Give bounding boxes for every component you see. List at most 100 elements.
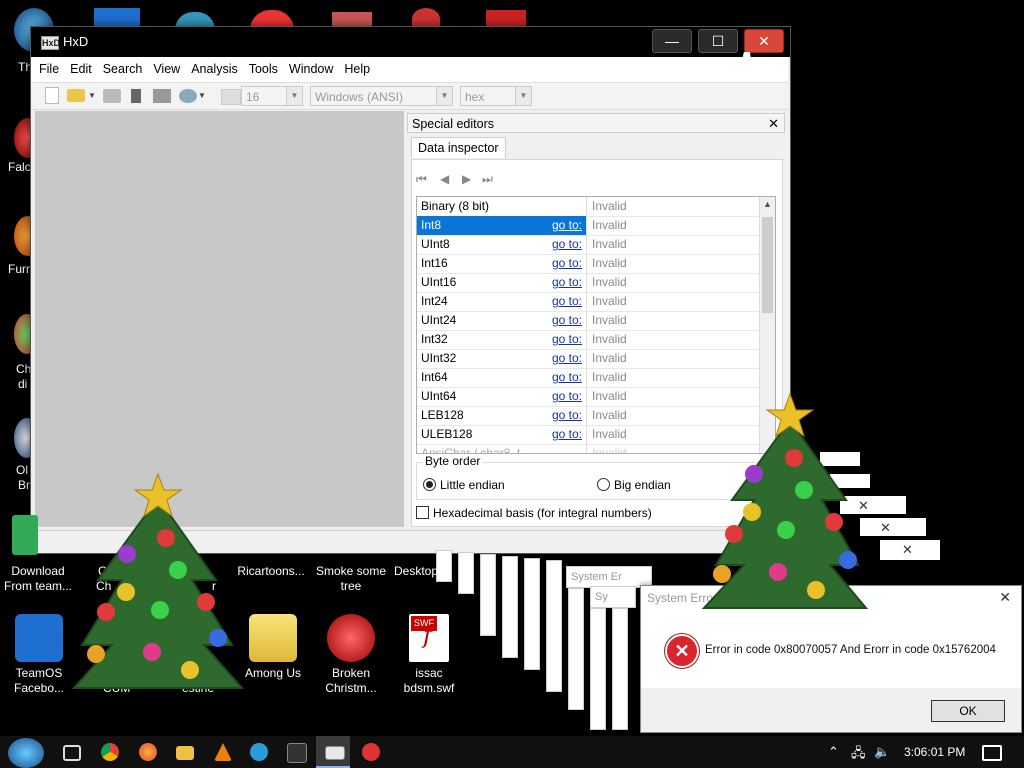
chevron-up-icon[interactable]: ⌃: [828, 744, 839, 760]
desktop-icon-swf-file[interactable]: SWF f issac bdsm.swf: [392, 614, 466, 696]
special-editors-header: Special editors ✕: [407, 113, 785, 133]
table-row[interactable]: Int64 go to: Invalid: [417, 368, 759, 388]
columns-icon: [221, 89, 241, 105]
menu-analysis[interactable]: Analysis: [183, 57, 241, 76]
desktop-icon-download[interactable]: Download From team...: [1, 564, 75, 594]
table-row[interactable]: UInt8 go to: Invalid: [417, 235, 759, 255]
close-icon[interactable]: ✕: [880, 520, 891, 536]
open-dropdown-icon[interactable]: ▼: [88, 87, 96, 105]
file-explorer-icon[interactable]: [176, 746, 194, 760]
menu-view[interactable]: View: [145, 57, 183, 76]
title-bar[interactable]: HxD HxD — ☐ ✕: [31, 27, 790, 57]
notification-icon[interactable]: [982, 745, 1002, 761]
desktop-icon-teamos[interactable]: TeamOS Facebo...: [2, 614, 76, 696]
hexadecimal-basis-checkbox[interactable]: Hexadecimal basis (for integral numbers): [416, 506, 652, 520]
goto-link[interactable]: go to:: [552, 425, 582, 444]
close-icon[interactable]: ✕: [768, 114, 779, 134]
radio-selected-icon: [423, 478, 436, 491]
goto-link[interactable]: go to:: [552, 292, 582, 311]
desktop-icon-ricartoons[interactable]: Ricartoons...: [234, 564, 308, 579]
offset-base-select[interactable]: hex ▼: [460, 86, 532, 106]
volume-icon[interactable]: 🔈: [874, 744, 890, 760]
table-row[interactable]: Int24 go to: Invalid: [417, 292, 759, 312]
table-row[interactable]: UInt16 go to: Invalid: [417, 273, 759, 293]
close-button[interactable]: ✕: [744, 29, 784, 53]
icon-label: bdsm.swf: [403, 681, 455, 695]
row-value: Invalid: [592, 294, 627, 308]
goto-link[interactable]: go to:: [552, 406, 582, 425]
chevron-up-icon[interactable]: ▲: [760, 199, 775, 209]
network-icon[interactable]: 🖧: [851, 744, 866, 766]
app-icon-blue[interactable]: [250, 743, 268, 761]
scrollbar-thumb[interactable]: [762, 217, 773, 313]
little-endian-radio[interactable]: Little endian: [423, 478, 505, 492]
hex-editor-area[interactable]: [35, 111, 404, 527]
row-value: Invalid: [592, 446, 627, 454]
goto-link[interactable]: go to:: [552, 349, 582, 368]
table-row[interactable]: Int32 go to: Invalid: [417, 330, 759, 350]
goto-link[interactable]: go to:: [552, 235, 582, 254]
flash-file-icon: SWF f: [409, 614, 449, 662]
ram-icon[interactable]: [153, 89, 171, 103]
desktop-icon-smoke-some-tree[interactable]: Smoke some tree: [314, 564, 388, 594]
big-endian-radio[interactable]: Big endian: [597, 478, 671, 492]
minimize-button[interactable]: —: [652, 29, 692, 53]
ghost-dialog: [436, 550, 452, 582]
disk-image-icon[interactable]: [179, 89, 197, 103]
menu-tools[interactable]: Tools: [241, 57, 281, 76]
goto-link[interactable]: go to:: [552, 311, 582, 330]
goto-link[interactable]: go to:: [552, 330, 582, 349]
ghost-dialog: [590, 608, 606, 730]
table-row[interactable]: Int8 go to: Invalid: [417, 216, 759, 236]
7zip-icon[interactable]: [287, 743, 307, 763]
menu-window[interactable]: Window: [281, 57, 336, 76]
bytes-per-row-select[interactable]: 16 ▼: [241, 86, 303, 106]
start-button[interactable]: [8, 738, 44, 768]
icon-label: Among Us: [244, 666, 302, 680]
christmas-tree-right: [701, 392, 868, 609]
app-icon-red[interactable]: [362, 743, 380, 761]
vlc-icon[interactable]: [214, 743, 232, 761]
tab-data-inspector[interactable]: Data inspector: [411, 137, 506, 158]
goto-link[interactable]: go to:: [552, 387, 582, 406]
menu-search[interactable]: Search: [95, 57, 146, 76]
previous-icon[interactable]: ◀: [440, 172, 449, 186]
chrome-icon[interactable]: [101, 743, 119, 761]
row-value: Invalid: [592, 275, 627, 289]
open-file-icon[interactable]: [67, 89, 85, 102]
open-disk-icon[interactable]: [131, 89, 141, 103]
new-file-icon[interactable]: [45, 87, 59, 104]
row-type: AnsiChar / char8_t: [417, 444, 587, 453]
goto-link[interactable]: go to:: [552, 216, 582, 235]
desktop-icon-label-partial: Desktop: [394, 564, 439, 578]
goto-link[interactable]: go to:: [552, 254, 582, 273]
clock[interactable]: 3:06:01 PM: [904, 745, 965, 759]
desktop-icon-broken-christmas[interactable]: Broken Christm...: [314, 614, 388, 696]
firefox-icon[interactable]: [139, 743, 157, 761]
close-icon[interactable]: ✕: [902, 542, 913, 558]
table-row[interactable]: Int16 go to: Invalid: [417, 254, 759, 274]
maximize-button[interactable]: ☐: [698, 29, 738, 53]
last-record-icon[interactable]: ⏭: [482, 172, 493, 187]
table-row[interactable]: UInt24 go to: Invalid: [417, 311, 759, 331]
menu-edit[interactable]: Edit: [62, 57, 95, 76]
table-row[interactable]: Binary (8 bit) Invalid: [417, 197, 759, 217]
close-icon[interactable]: ✕: [999, 589, 1011, 606]
first-record-icon[interactable]: ⏮: [416, 172, 427, 187]
menu-file[interactable]: File: [31, 57, 62, 76]
next-icon[interactable]: ▶: [462, 172, 471, 186]
task-view-icon[interactable]: [63, 745, 81, 761]
goto-link[interactable]: go to:: [552, 368, 582, 387]
icon-label: Ricartoons...: [237, 564, 305, 578]
row-type-label: Int64: [421, 370, 448, 384]
ok-button[interactable]: OK: [931, 700, 1005, 722]
charset-select[interactable]: Windows (ANSI) ▼: [310, 86, 453, 106]
row-type-label: Int16: [421, 256, 448, 270]
menu-help[interactable]: Help: [336, 57, 373, 76]
desktop-icon-download-partial[interactable]: [12, 515, 38, 555]
desktop-icon-among-us[interactable]: Among Us: [236, 614, 310, 681]
disk-dropdown-icon[interactable]: ▼: [198, 87, 206, 105]
table-row[interactable]: UInt32 go to: Invalid: [417, 349, 759, 369]
save-icon[interactable]: [103, 89, 121, 103]
goto-link[interactable]: go to:: [552, 273, 582, 292]
